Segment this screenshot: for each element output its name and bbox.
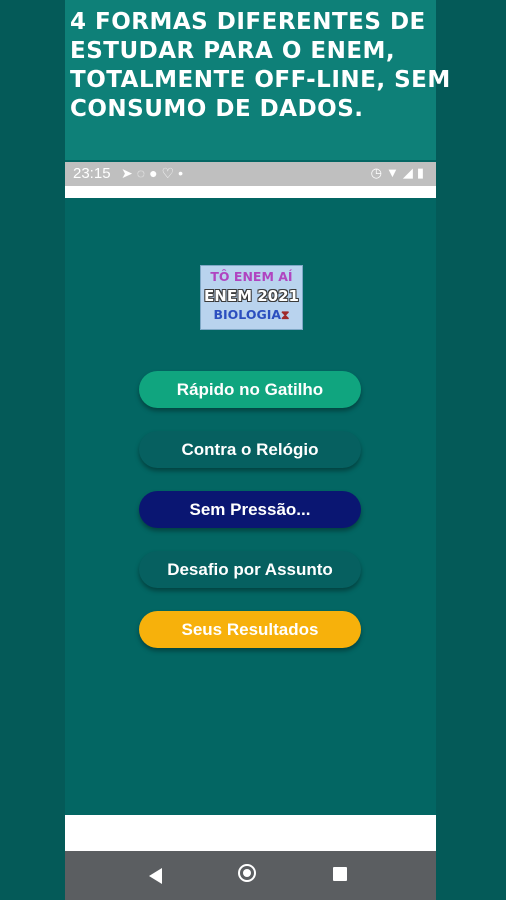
signal-icon: ◢	[402, 165, 417, 180]
home-icon[interactable]	[238, 864, 256, 882]
promo-headline: 4 FORMAS DIFERENTES DE ESTUDAR PARA O EN…	[70, 9, 451, 122]
battery-icon: ▮	[416, 165, 428, 180]
telegram-icon: ➤	[121, 165, 137, 181]
notification-icons: ➤◌●♡•	[121, 165, 187, 182]
sem-pressao-button[interactable]: Sem Pressão...	[139, 491, 361, 528]
dot-icon: •	[178, 165, 187, 181]
hourglass-icon: ⧗	[281, 308, 290, 322]
navigation-bar	[65, 851, 436, 900]
status-bar: 23:15 ➤◌●♡• ◷▼◢▮	[65, 162, 436, 186]
circle-icon: ●	[149, 165, 162, 181]
recents-icon[interactable]	[333, 867, 347, 881]
heart-icon: ♡	[161, 165, 179, 181]
wifi-icon: ▼	[385, 165, 403, 180]
contra-o-relogio-button[interactable]: Contra o Relógio	[139, 431, 361, 468]
logo-subject: BIOLOGIA	[213, 307, 282, 322]
desafio-por-assunto-button[interactable]: Desafio por Assunto	[139, 551, 361, 588]
status-time: 23:15	[73, 165, 111, 182]
app-logo: TÔ ENEM AÍ ENEM 2021 BIOLOGIA⧗	[200, 265, 303, 330]
logo-line-1: TÔ ENEM AÍ	[210, 269, 293, 284]
system-icons: ◷▼◢▮	[371, 165, 428, 181]
logo-line-2: ENEM 2021	[204, 287, 299, 305]
rapido-no-gatilho-button[interactable]: Rápido no Gatilho	[139, 371, 361, 408]
logo-line-3: BIOLOGIA⧗	[201, 306, 302, 324]
bottom-panel	[65, 815, 436, 851]
whatsapp-icon: ◌	[136, 165, 150, 181]
left-backdrop	[0, 0, 65, 900]
app-top-bar	[65, 186, 436, 198]
back-icon[interactable]	[149, 868, 162, 884]
right-backdrop	[436, 0, 506, 900]
alarm-icon: ◷	[370, 165, 386, 180]
seus-resultados-button[interactable]: Seus Resultados	[139, 611, 361, 648]
